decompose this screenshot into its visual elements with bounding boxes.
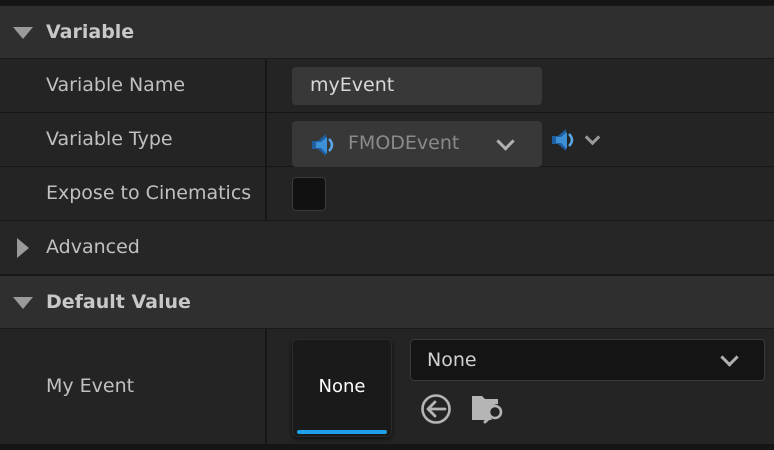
variable-type-dropdown[interactable]: FMODEvent [292,121,542,167]
property-name-cell: My Event [0,329,267,444]
variable-name-input[interactable]: myEvent [292,67,542,105]
collapse-arrow-icon[interactable] [13,27,33,39]
thumbnail-label: None [318,376,366,397]
container-type-speaker-icon[interactable] [548,125,578,155]
property-name-cell: Variable Name [0,59,267,112]
container-type-chevron-icon[interactable] [584,129,601,146]
asset-picker-value: None [427,349,477,371]
asset-picker-dropdown[interactable]: None [410,339,765,381]
expose-to-cinematics-checkbox[interactable] [292,177,326,211]
expand-arrow-icon[interactable] [17,238,29,258]
property-name-cell: Variable Type [0,113,267,166]
property-row-variable-type: Variable Type FMODEvent [0,113,774,167]
property-label: Variable Name [46,74,186,96]
details-panel: Variable Variable Name myEvent Variable … [0,0,774,450]
chevron-down-icon [496,132,515,151]
arrow-left-circle-icon[interactable] [419,392,453,426]
property-label: Variable Type [46,128,173,150]
property-row-expose-to-cinematics: Expose to Cinematics [0,167,774,221]
property-label: My Event [46,375,135,397]
property-name-cell: Expose to Cinematics [0,167,267,220]
advanced-label: Advanced [46,236,140,258]
section-title: Default Value [46,291,191,313]
fmod-speaker-icon [312,134,334,156]
asset-thumbnail[interactable]: None [292,339,392,437]
collapse-arrow-icon[interactable] [13,297,33,309]
asset-type-color-bar [297,430,387,434]
property-label: Expose to Cinematics [46,182,252,204]
section-header-default-value[interactable]: Default Value [0,275,774,329]
property-row-variable-name: Variable Name myEvent [0,59,774,113]
chevron-down-icon [720,348,739,367]
property-row-advanced[interactable]: Advanced [0,221,774,275]
section-title: Variable [46,21,135,43]
section-header-variable[interactable]: Variable [0,5,774,59]
variable-type-value: FMODEvent [348,132,460,154]
property-row-my-event: My Event None None [0,329,774,445]
folder-search-icon[interactable] [470,390,506,426]
